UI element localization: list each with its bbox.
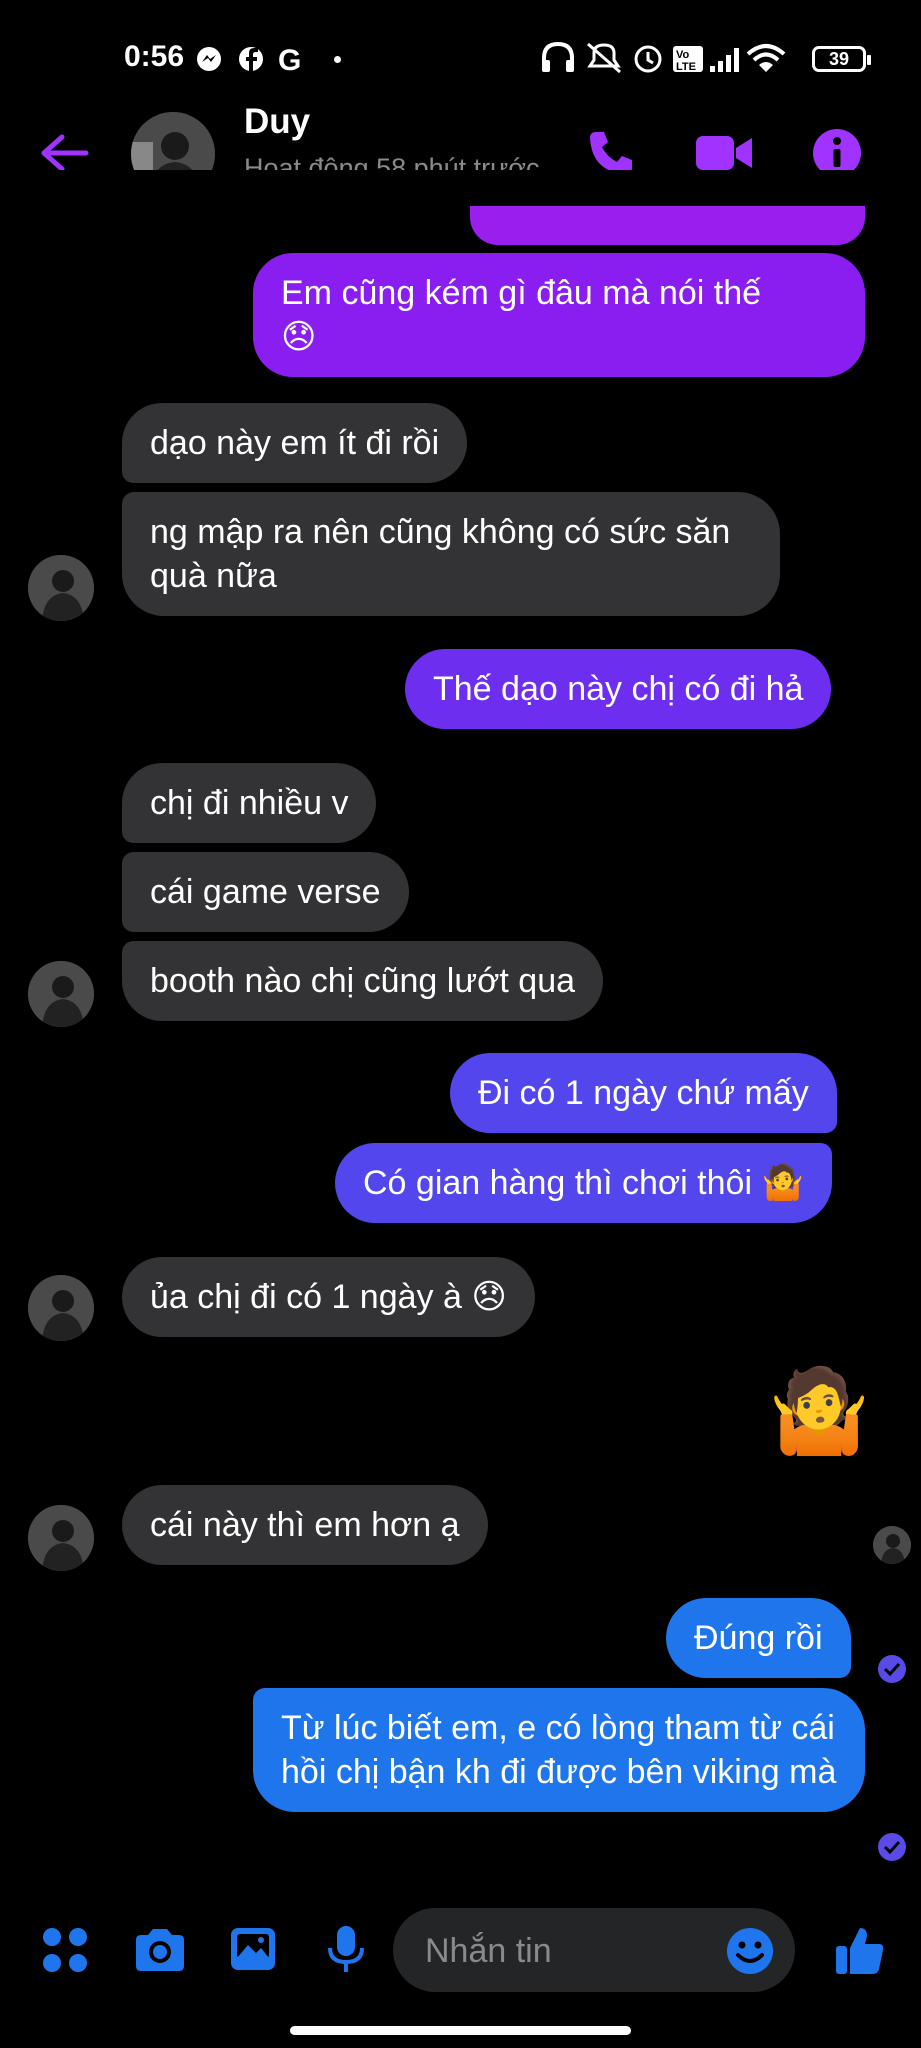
message-text: booth nào chị cũng lướt qua [150, 962, 576, 1000]
battery-indicator: 39 [812, 46, 871, 72]
message-input[interactable] [423, 1926, 717, 1976]
back-arrow-icon[interactable] [38, 133, 90, 173]
svg-text:LTE: LTE [676, 61, 696, 73]
message-text: ng mập ra nên cũng không có sức săn quà … [150, 513, 731, 595]
message-bubble-incoming[interactable]: dạo này em ít đi rồi [122, 403, 468, 483]
like-icon[interactable] [834, 1924, 886, 1976]
camera-icon[interactable] [132, 1926, 188, 1974]
message-bubble-incoming[interactable]: cái game verse [122, 852, 409, 932]
read-receipt-avatar [873, 1526, 911, 1564]
seen-check-icon [878, 1833, 906, 1861]
svg-text:Vo: Vo [676, 49, 690, 61]
message-bubble-clipped [470, 205, 865, 245]
image-icon[interactable] [228, 1925, 278, 1973]
apps-icon[interactable] [42, 1927, 88, 1973]
status-bar: 0:56 G Vo LTE 39 [0, 0, 921, 110]
sender-avatar[interactable] [28, 555, 94, 621]
message-bubble-outgoing[interactable]: Đi có 1 ngày chứ mấy [450, 1053, 837, 1133]
notification-icons: G [197, 44, 301, 74]
home-indicator[interactable] [290, 2026, 631, 2035]
mic-icon[interactable] [325, 1924, 367, 1976]
sender-avatar[interactable] [28, 961, 94, 1027]
message-bubble-incoming[interactable]: ng mập ra nên cũng không có sức săn quà … [122, 492, 780, 616]
message-bubble-outgoing[interactable]: Có gian hàng thì chơi thôi 🤷 [335, 1143, 832, 1223]
seen-check-icon [878, 1655, 906, 1683]
message-text: Em cũng kém gì đâu mà nói thế [281, 274, 762, 312]
message-bubble-incoming[interactable]: ủa chị đi có 1 ngày à 😞 [122, 1257, 535, 1337]
message-text: Có gian hàng thì chơi thôi 🤷 [363, 1164, 804, 1202]
system-icons: Vo LTE [542, 41, 786, 74]
message-emoji: 😞 [281, 318, 317, 356]
message-text: Từ lúc biết em, e có lòng tham từ cái hồ… [281, 1709, 837, 1791]
message-text: dạo này em ít đi rồi [150, 424, 440, 462]
message-bubble-incoming[interactable]: cái này thì em hơn ạ [122, 1485, 488, 1565]
message-text: ủa chị đi có 1 ngày à 😞 [150, 1278, 507, 1316]
emoji-message[interactable]: 🤷 [768, 1364, 870, 1460]
message-text: Đúng rồi [694, 1619, 823, 1657]
message-text: cái game verse [150, 873, 381, 911]
message-bubble-outgoing[interactable]: Từ lúc biết em, e có lòng tham từ cái hồ… [253, 1688, 865, 1812]
svg-text:G: G [278, 44, 301, 74]
status-time: 0:56 [124, 40, 185, 73]
message-bubble-outgoing[interactable]: Em cũng kém gì đâu mà nói thế 😞 [253, 253, 865, 377]
message-text: cái này thì em hơn ạ [150, 1506, 460, 1544]
contact-name[interactable]: Duy [244, 102, 310, 142]
message-bubble-outgoing[interactable]: Thế dạo này chị có đi hả [405, 649, 832, 729]
message-bubble-outgoing[interactable]: Đúng rồi [666, 1598, 851, 1678]
message-text: chị đi nhiều v [150, 784, 349, 822]
message-text: Đi có 1 ngày chứ mấy [478, 1074, 809, 1112]
dot-icon [334, 56, 341, 63]
sender-avatar[interactable] [28, 1505, 94, 1571]
emoji-icon[interactable] [726, 1927, 774, 1975]
message-text: Thế dạo này chị có đi hả [433, 670, 804, 708]
message-bubble-incoming[interactable]: booth nào chị cũng lướt qua [122, 941, 604, 1021]
message-bubble-incoming[interactable]: chị đi nhiều v [122, 763, 377, 843]
sender-avatar[interactable] [28, 1275, 94, 1341]
header-overlay [0, 170, 921, 206]
message-input-container[interactable] [393, 1908, 795, 1992]
